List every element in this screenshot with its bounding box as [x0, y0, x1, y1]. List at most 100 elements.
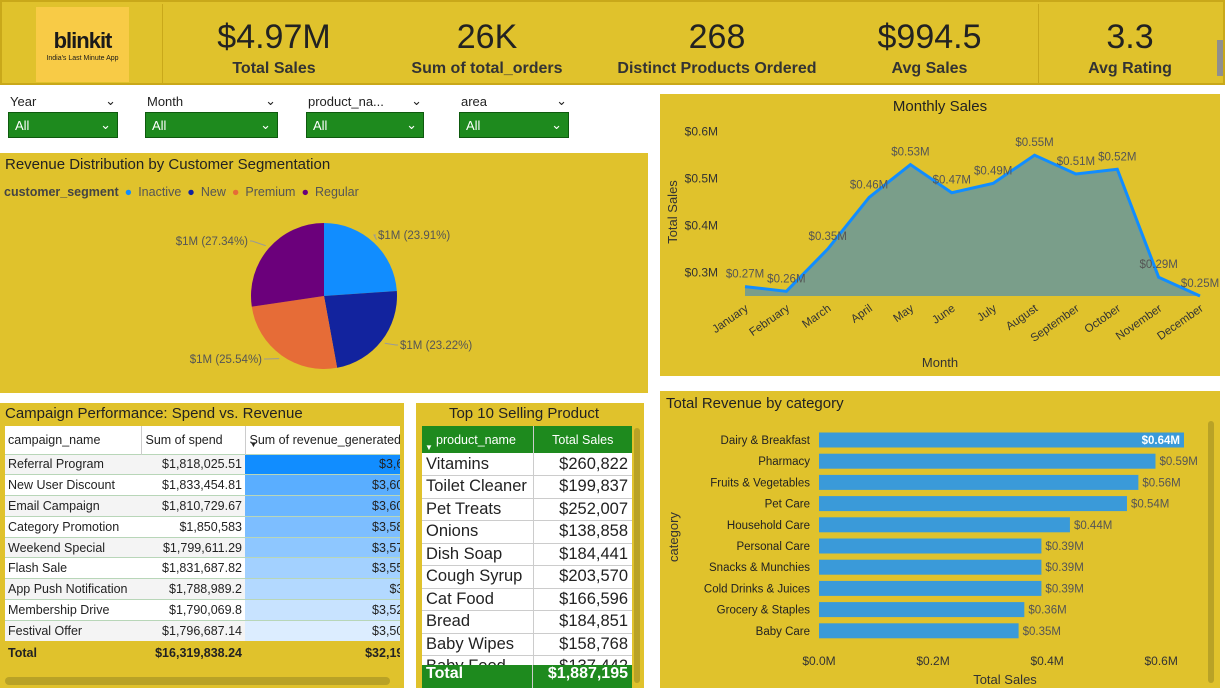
- vertical-scrollbar[interactable]: [1208, 421, 1214, 683]
- data-label: $0.51M: [1057, 156, 1095, 168]
- table-row[interactable]: Referral Program $1,818,025.51$3,691,382.…: [5, 454, 400, 475]
- category-bar[interactable]: [819, 580, 1042, 596]
- product-name-cell: Dish Soap: [422, 543, 534, 566]
- campaign-name-cell: Category Promotion: [8, 519, 120, 534]
- table-row[interactable]: Email Campaign $1,810,729.67$3,601,785.24: [5, 495, 400, 517]
- total-sales-cell: $184,851: [559, 612, 628, 631]
- campaign-table: campaign_name Sum of spend Sum of revenu…: [5, 426, 401, 666]
- sort-desc-icon[interactable]: ▼: [425, 443, 433, 452]
- chevron-down-icon: ⌄: [260, 117, 271, 132]
- product-name-cell: Bread: [422, 610, 534, 633]
- table-row[interactable]: Membership Drive $1,790,069.8$3,524,951.2…: [5, 599, 400, 621]
- category-bar[interactable]: [819, 432, 1184, 448]
- chevron-down-icon[interactable]: ⌄: [105, 93, 116, 109]
- monthly-sales-panel: Monthly Sales Month Total Sales $0.3M $0.…: [660, 94, 1220, 376]
- top10-table-wrap[interactable]: product_name ▼ Total Sales Vitamins $260,8…: [422, 426, 632, 688]
- data-label: $1M (23.91%): [378, 230, 450, 242]
- slicer-area[interactable]: area ⌄ All ⌄: [459, 88, 569, 143]
- slicer-product-name[interactable]: product_na... ⌄ All ⌄: [306, 88, 424, 143]
- total-sales-cell: $260,822: [559, 454, 628, 473]
- x-tick-label: August: [1004, 302, 1041, 333]
- data-label: $0.44M: [1074, 520, 1112, 532]
- top10-table: product_name ▼ Total Sales Vitamins $260,8…: [422, 426, 632, 679]
- x-axis-title: Total Sales: [973, 672, 1037, 687]
- table-row[interactable]: Cough Syrup $203,570: [422, 565, 632, 588]
- horizontal-scrollbar[interactable]: [5, 677, 390, 685]
- kpi-value: 268: [688, 18, 746, 56]
- campaign-name-cell: Referral Program: [8, 457, 104, 472]
- divider: [162, 4, 163, 85]
- chevron-down-icon[interactable]: ⌄: [411, 93, 422, 109]
- data-label: $0.46M: [850, 179, 888, 191]
- pie-slice-premium[interactable]: [251, 296, 338, 369]
- logo-wordmark: blinkit: [53, 27, 113, 53]
- column-header[interactable]: Total Sales: [533, 426, 632, 453]
- category-bar[interactable]: [819, 602, 1025, 618]
- slicer-dropdown[interactable]: All ⌄: [459, 112, 569, 138]
- product-name-cell: Vitamins: [422, 453, 534, 476]
- slicer-month[interactable]: Month ⌄ All ⌄: [145, 88, 278, 143]
- slicer-dropdown[interactable]: All ⌄: [145, 112, 278, 138]
- column-header[interactable]: Sum of spend: [141, 426, 246, 454]
- table-row[interactable]: Bread $184,851: [422, 610, 632, 633]
- category-bar[interactable]: [819, 474, 1139, 490]
- slicer-value: All: [313, 117, 328, 133]
- category-bar[interactable]: [819, 453, 1156, 469]
- campaign-name-cell: Weekend Special: [8, 540, 106, 555]
- table-row[interactable]: Weekend Special $1,799,611.29$3,571,451.8…: [5, 537, 400, 558]
- column-header[interactable]: campaign_name: [5, 426, 142, 454]
- campaign-panel: Campaign Performance: Spend vs. Revenue …: [0, 403, 404, 688]
- kpi-distinct-products: 268 Distinct Products Ordered: [602, 2, 832, 87]
- x-axis-title: Month: [922, 355, 958, 370]
- data-label: $0.49M: [974, 165, 1012, 177]
- table-row[interactable]: New User Discount $1,833,454.81$3,603,860…: [5, 474, 400, 496]
- chevron-down-icon[interactable]: ⌄: [556, 93, 567, 109]
- x-tick-label: January: [710, 302, 751, 335]
- category-bar[interactable]: [819, 538, 1042, 554]
- category-bar[interactable]: [819, 623, 1019, 639]
- revenue-cell: $3,691,382.6: [245, 454, 400, 475]
- slicer-dropdown[interactable]: All ⌄: [8, 112, 118, 138]
- table-row[interactable]: Onions $138,858: [422, 520, 632, 543]
- total-label: Total: [8, 646, 37, 661]
- pie-chart: $1M (23.91%) $1M (23.22%) $1M (25.54%) $1M …: [176, 222, 472, 369]
- vertical-scrollbar[interactable]: [634, 428, 640, 683]
- total-sales-cell: $166,596: [559, 589, 628, 608]
- table-row[interactable]: App Push Notification $1,788,989.2$3,554,…: [5, 578, 400, 600]
- table-row[interactable]: Dish Soap $184,441: [422, 543, 632, 566]
- table-row[interactable]: Baby Wipes $158,768: [422, 633, 632, 656]
- kpi-total-sales: $4.97M Total Sales: [164, 2, 384, 87]
- chevron-down-icon[interactable]: ⌄: [265, 93, 276, 109]
- column-header[interactable]: Sum of revenue_generated ▼: [245, 426, 401, 454]
- kpi-avg-rating: 3.3 Avg Rating: [1040, 2, 1220, 87]
- kpi-total-orders: 26K Sum of total_orders: [382, 2, 592, 87]
- slicer-dropdown[interactable]: All ⌄: [306, 112, 424, 138]
- column-header-label: Sum of revenue_generated: [249, 432, 401, 447]
- table-row[interactable]: Festival Offer $1,796,687.14$3,507,063.97: [5, 620, 400, 642]
- category-label: Pharmacy: [758, 456, 810, 468]
- data-label: $0.29M: [1139, 259, 1177, 271]
- revenue-cell: $3,603,860.17: [245, 474, 400, 496]
- slicer-year[interactable]: Year ⌄ All ⌄: [8, 88, 118, 143]
- pie-slice-regular[interactable]: [251, 222, 324, 307]
- campaign-table-wrap[interactable]: campaign_name Sum of spend Sum of revenu…: [5, 426, 400, 673]
- category-bar[interactable]: [819, 517, 1070, 533]
- table-row[interactable]: Category Promotion $1,850,583$3,582,455.3…: [5, 516, 400, 538]
- table-row[interactable]: Pet Treats $252,007: [422, 498, 632, 521]
- page-scroll-handle[interactable]: [1217, 40, 1223, 76]
- table-row[interactable]: Cat Food $166,596: [422, 588, 632, 611]
- table-row[interactable]: Toilet Cleaner $199,837: [422, 475, 632, 498]
- sort-desc-icon[interactable]: ▼: [250, 440, 258, 449]
- total-sales-cell: $199,837: [559, 477, 628, 496]
- x-tick-label: May: [891, 302, 916, 324]
- category-label: Cold Drinks & Juices: [704, 583, 810, 595]
- campaign-name-cell: App Push Notification: [8, 582, 128, 597]
- chevron-down-icon: ⌄: [100, 117, 111, 132]
- category-bar[interactable]: [819, 496, 1127, 512]
- blinkit-logo: blinkit India's Last Minute App: [36, 7, 129, 82]
- table-row[interactable]: Vitamins $260,822: [422, 453, 632, 476]
- table-row[interactable]: Flash Sale $1,831,687.82$3,556,087.02: [5, 557, 400, 579]
- category-bar[interactable]: [819, 559, 1042, 575]
- product-name-cell: Onions: [422, 520, 534, 543]
- column-header[interactable]: product_name ▼: [422, 426, 534, 453]
